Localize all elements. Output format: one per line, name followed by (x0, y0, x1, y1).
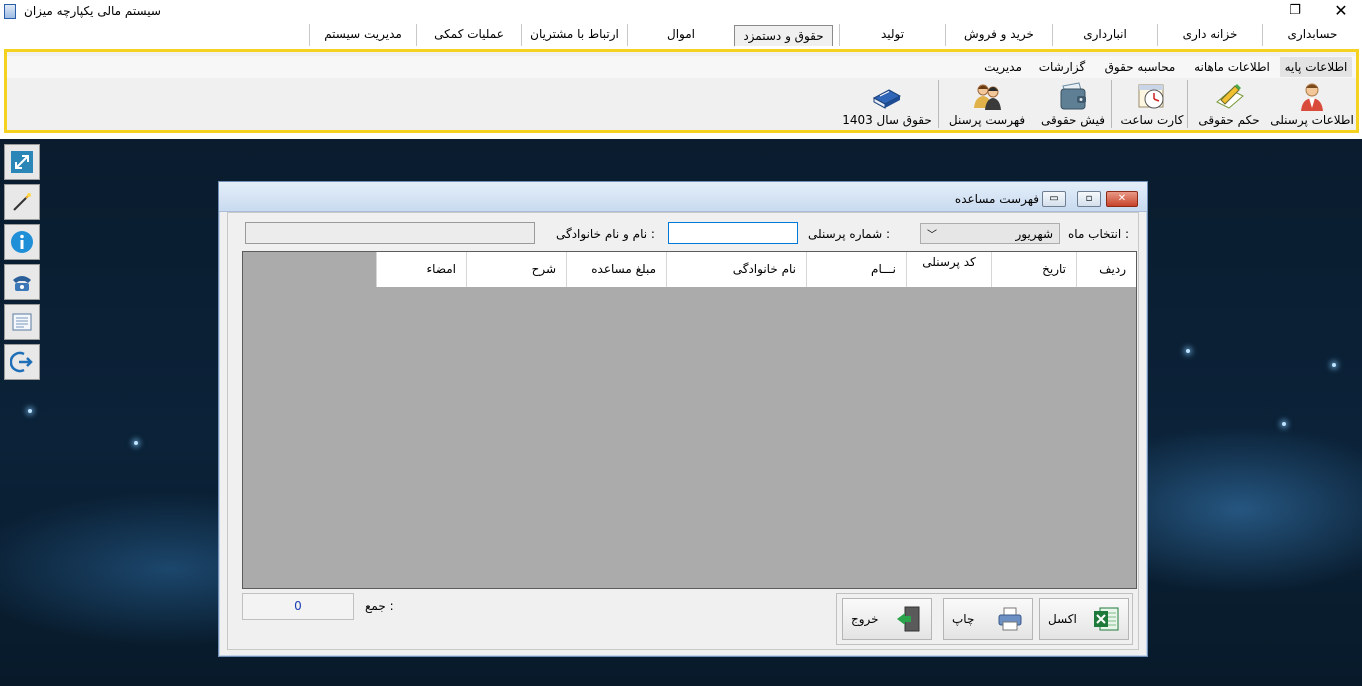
ribbon-subtabs: اطلاعات پایه اطلاعات ماهانه محاسبه حقوق … (7, 56, 1356, 78)
resize-arrow-icon (11, 151, 33, 173)
yearly-salary-book-icon (872, 89, 902, 109)
tool-salary-decree[interactable]: حکم حقوقی (1193, 78, 1265, 130)
print-button[interactable]: چاپ (943, 598, 1033, 640)
column-header-lastname[interactable]: نام خانوادگی (666, 252, 806, 287)
notes-icon (12, 313, 32, 331)
sum-value: 0 (242, 593, 354, 620)
menu-tab-payroll[interactable]: حقوق و دستمزد (734, 25, 833, 46)
month-label: انتخاب ماه : (1068, 227, 1130, 241)
column-header-signature[interactable]: امضاء (376, 252, 466, 287)
month-select[interactable]: شهریور ﹀ (920, 223, 1060, 244)
dialog-maximize-button[interactable]: ▫ (1077, 191, 1101, 207)
menu-tab-assets[interactable]: اموال (627, 24, 734, 46)
phone-icon (13, 276, 31, 291)
menu-tab-warehouse[interactable]: انبارداری (1052, 24, 1157, 46)
wand-button[interactable] (4, 184, 40, 220)
notes-button[interactable] (4, 304, 40, 340)
payslip-wallet-icon (1060, 82, 1086, 110)
info-icon (11, 231, 33, 253)
subtab-payroll-calc[interactable]: محاسبه حقوق (1095, 57, 1185, 77)
tool-label: فیش حقوقی (1041, 113, 1105, 127)
sum-label: جمع : (365, 599, 394, 613)
tool-time-card[interactable]: کارت ساعت (1117, 78, 1187, 130)
tool-label: حکم حقوقی (1198, 113, 1260, 127)
fullname-field (245, 222, 535, 244)
menu-tab-accounting[interactable]: حسابداری (1262, 24, 1362, 46)
column-header-amount[interactable]: مبلغ مساعده (566, 252, 666, 287)
logout-icon (10, 351, 33, 373)
tool-payslip[interactable]: فیش حقوقی (1033, 78, 1113, 130)
restore-button[interactable]: ❐ (1286, 2, 1304, 20)
magic-wand-icon (13, 193, 31, 211)
menu-tab-treasury[interactable]: خزانه داری (1157, 24, 1262, 46)
main-menu: حسابداری خزانه داری انبارداری خرید و فرو… (0, 24, 1362, 46)
excel-icon (1094, 607, 1119, 631)
dialog-title: فهرست مساعده (954, 192, 1039, 206)
print-button-label: چاپ (952, 612, 975, 626)
exit-door-icon (897, 606, 920, 632)
app-icon (4, 4, 16, 19)
background-light (1282, 422, 1286, 426)
subtab-management[interactable]: مدیریت (977, 57, 1029, 77)
close-button[interactable]: ✕ (1332, 1, 1350, 21)
info-button[interactable] (4, 224, 40, 260)
column-header-name[interactable]: نـــام (806, 252, 906, 287)
menu-tab-crm[interactable]: ارتباط با مشتریان (521, 24, 627, 46)
background-light (134, 441, 138, 445)
background-light (1332, 363, 1336, 367)
fullname-label: نام و نام خانوادگی : (556, 227, 655, 241)
resize-button[interactable] (4, 144, 40, 180)
advance-list-dialog: فهرست مساعده ✕ ▫ ▭ انتخاب ماه : شهریور ﹀… (218, 181, 1148, 657)
tool-personnel-info[interactable]: اطلاعات پرسنلی (1267, 78, 1357, 130)
menu-tab-utilities[interactable]: عملیات کمکی (416, 24, 521, 46)
window-title: سیستم مالی یکپارچه میزان (24, 4, 161, 18)
subtab-reports[interactable]: گزارشات (1031, 57, 1093, 77)
title-bar: سیستم مالی یکپارچه میزان ❐ ✕ (0, 0, 1362, 24)
personnel-number-input[interactable] (668, 222, 798, 244)
dialog-minimize-button[interactable]: ▭ (1042, 191, 1066, 207)
ribbon: اطلاعات پایه اطلاعات ماهانه محاسبه حقوق … (4, 49, 1359, 133)
menu-tab-production[interactable]: تولید (839, 24, 945, 46)
column-header-personnel-code[interactable]: کد پرسنلی (906, 252, 991, 287)
printer-icon (998, 607, 1022, 631)
dialog-title-bar[interactable]: فهرست مساعده ✕ ▫ ▭ (219, 182, 1147, 212)
menu-tab-purchase-sales[interactable]: خرید و فروش (945, 24, 1052, 46)
tool-label: کارت ساعت (1120, 113, 1184, 127)
dialog-body: انتخاب ماه : شهریور ﹀ شماره پرسنلی : نام… (227, 212, 1139, 650)
separator (1111, 80, 1112, 128)
exit-button-label: خروج (851, 612, 879, 626)
table-header: ردیف تاریخ کد پرسنلی نـــام نام خانوادگی… (376, 252, 1136, 287)
logout-button[interactable] (4, 344, 40, 380)
month-value: شهریور (1015, 227, 1053, 241)
employee-icon (1301, 83, 1323, 111)
background-light (28, 409, 32, 413)
exit-button[interactable]: خروج (842, 598, 932, 640)
left-toolbar (2, 144, 40, 380)
decree-icon (1216, 84, 1244, 109)
separator (938, 80, 939, 128)
tool-yearly-salary[interactable]: حقوق سال 1403 (839, 78, 935, 130)
column-header-row[interactable]: ردیف (1076, 252, 1136, 287)
subtab-basic-info[interactable]: اطلاعات پایه (1280, 57, 1352, 77)
tool-label: فهرست پرسنل (948, 113, 1026, 127)
tool-label: حقوق سال 1403 (842, 113, 932, 127)
separator (1187, 80, 1188, 128)
dialog-close-button[interactable]: ✕ (1106, 191, 1138, 207)
subtab-monthly-info[interactable]: اطلاعات ماهانه (1187, 57, 1277, 77)
advance-table[interactable]: ردیف تاریخ کد پرسنلی نـــام نام خانوادگی… (242, 251, 1137, 589)
personnel-list-icon (974, 84, 1001, 110)
column-header-description[interactable]: شرح (466, 252, 566, 287)
column-header-date[interactable]: تاریخ (991, 252, 1076, 287)
personnel-number-label: شماره پرسنلی : (808, 227, 891, 241)
excel-button-label: اکسل (1048, 612, 1077, 626)
action-buttons: اکسل چاپ خروج (836, 593, 1133, 645)
time-card-icon (1138, 84, 1164, 109)
menu-tab-system-admin[interactable]: مدیریت سیستم (309, 24, 416, 46)
tool-personnel-list[interactable]: فهرست پرسنل (943, 78, 1031, 130)
background-light (1186, 349, 1190, 353)
phone-button[interactable] (4, 264, 40, 300)
excel-button[interactable]: اکسل (1039, 598, 1129, 640)
chevron-down-icon: ﹀ (927, 230, 937, 241)
tool-label: اطلاعات پرسنلی (1270, 113, 1354, 127)
